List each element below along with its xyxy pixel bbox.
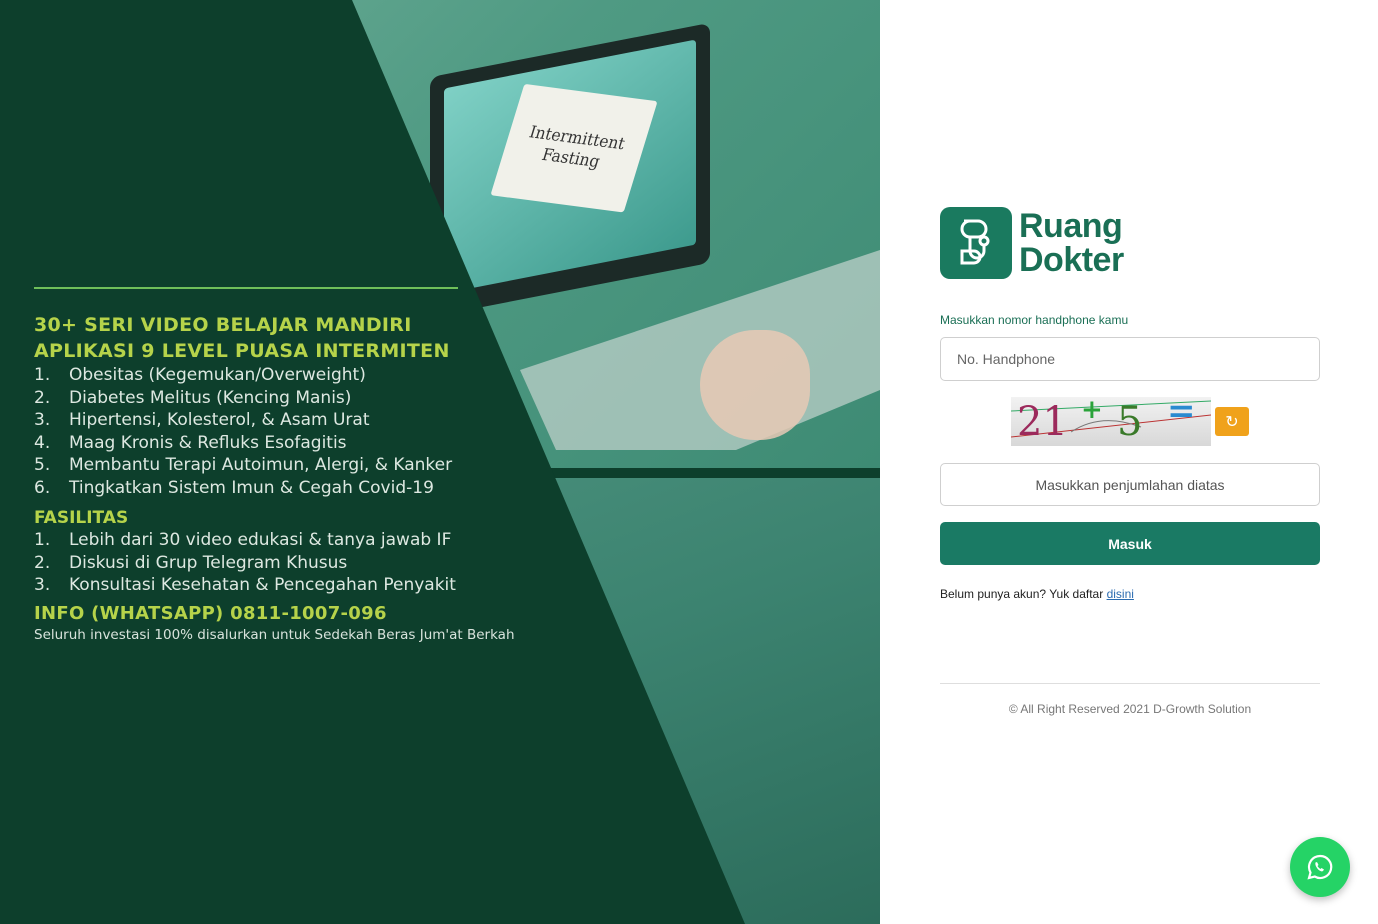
login-panel: Ruang Dokter Masukkan nomor handphone ka… bbox=[880, 0, 1378, 924]
captcha-equals: = bbox=[1167, 397, 1196, 431]
promo-text: 30+ SERI VIDEO BELAJAR MANDIRI APLIKASI … bbox=[34, 312, 554, 645]
stethoscope-logo-icon bbox=[940, 207, 1012, 279]
brand-name-line2: Dokter bbox=[1019, 241, 1124, 279]
signup-link[interactable]: disini bbox=[1107, 587, 1134, 601]
captcha-image: 21 + 5 = bbox=[1011, 397, 1211, 446]
footer-divider bbox=[940, 683, 1320, 684]
note-card-text: Intermittent Fasting bbox=[526, 121, 628, 172]
list-item: 3. Hipertensi, Kolesterol, & Asam Urat bbox=[34, 410, 370, 430]
facility-list: 1. Lebih dari 30 video edukasi & tanya ja… bbox=[34, 529, 554, 597]
captcha-num-a: 21 bbox=[1017, 399, 1068, 445]
list-item: 6. Tingkatkan Sistem Imun & Cegah Covid-1… bbox=[34, 477, 434, 498]
brand-name-line1: Ruang bbox=[1019, 207, 1123, 245]
list-item: 3. Konsultasi Kesehatan & Pencegahan Peny… bbox=[34, 575, 456, 595]
list-item: 1. Obesitas (Kegemukan/Overweight) bbox=[34, 365, 366, 385]
promo-heading-2: APLIKASI 9 LEVEL PUASA INTERMITEN bbox=[34, 340, 450, 362]
captcha-answer-input[interactable] bbox=[940, 463, 1320, 506]
signup-text: Belum punya akun? Yuk daftar bbox=[940, 587, 1107, 601]
whatsapp-button[interactable] bbox=[1290, 837, 1350, 897]
copyright-text: © All Right Reserved 2021 D-Growth Solut… bbox=[1008, 702, 1252, 716]
whatsapp-info: INFO (WHATSAPP) 0811-1007-096 bbox=[34, 602, 387, 624]
brand-logo: Ruang Dokter bbox=[940, 207, 1124, 279]
promo-footnote: Seluruh investasi 100% disalurkan untuk … bbox=[34, 626, 515, 643]
benefit-list: 1. Obesitas (Kegemukan/Overweight) 2. Diab… bbox=[34, 364, 554, 499]
list-item: 2. Diabetes Melitus (Kencing Manis) bbox=[34, 387, 352, 408]
captcha-operator: + bbox=[1081, 397, 1103, 425]
note-card: Intermittent Fasting bbox=[490, 83, 658, 213]
hand-image bbox=[700, 330, 810, 440]
signup-prompt: Belum punya akun? Yuk daftar disini bbox=[940, 587, 1134, 601]
facilities-heading: FASILITAS bbox=[34, 508, 129, 528]
refresh-icon: ↻ bbox=[1225, 413, 1239, 431]
phone-label: Masukkan nomor handphone kamu bbox=[940, 313, 1129, 327]
list-item: 2. Diskusi di Grup Telegram Khusus bbox=[34, 552, 348, 573]
refresh-captcha-button[interactable]: ↻ bbox=[1215, 407, 1249, 436]
promo-heading-1: 30+ SERI VIDEO BELAJAR MANDIRI bbox=[34, 314, 412, 336]
promo-panel: Intermittent Fasting 30+ SERI VIDEO BELA… bbox=[0, 0, 880, 924]
list-item: 1. Lebih dari 30 video edukasi & tanya ja… bbox=[34, 530, 452, 550]
phone-input[interactable] bbox=[940, 337, 1320, 381]
promo-divider bbox=[34, 287, 458, 289]
list-item: 5. Membantu Terapi Autoimun, Alergi, & Ka… bbox=[34, 455, 453, 475]
captcha-num-b: 5 bbox=[1117, 399, 1143, 445]
whatsapp-icon bbox=[1307, 854, 1333, 880]
list-item: 4. Maag Kronis & Refluks Esofagitis bbox=[34, 432, 347, 453]
login-button[interactable]: Masuk bbox=[940, 522, 1320, 565]
laptop-image: Intermittent Fasting bbox=[430, 22, 710, 318]
login-page: Intermittent Fasting 30+ SERI VIDEO BELA… bbox=[0, 0, 1378, 924]
